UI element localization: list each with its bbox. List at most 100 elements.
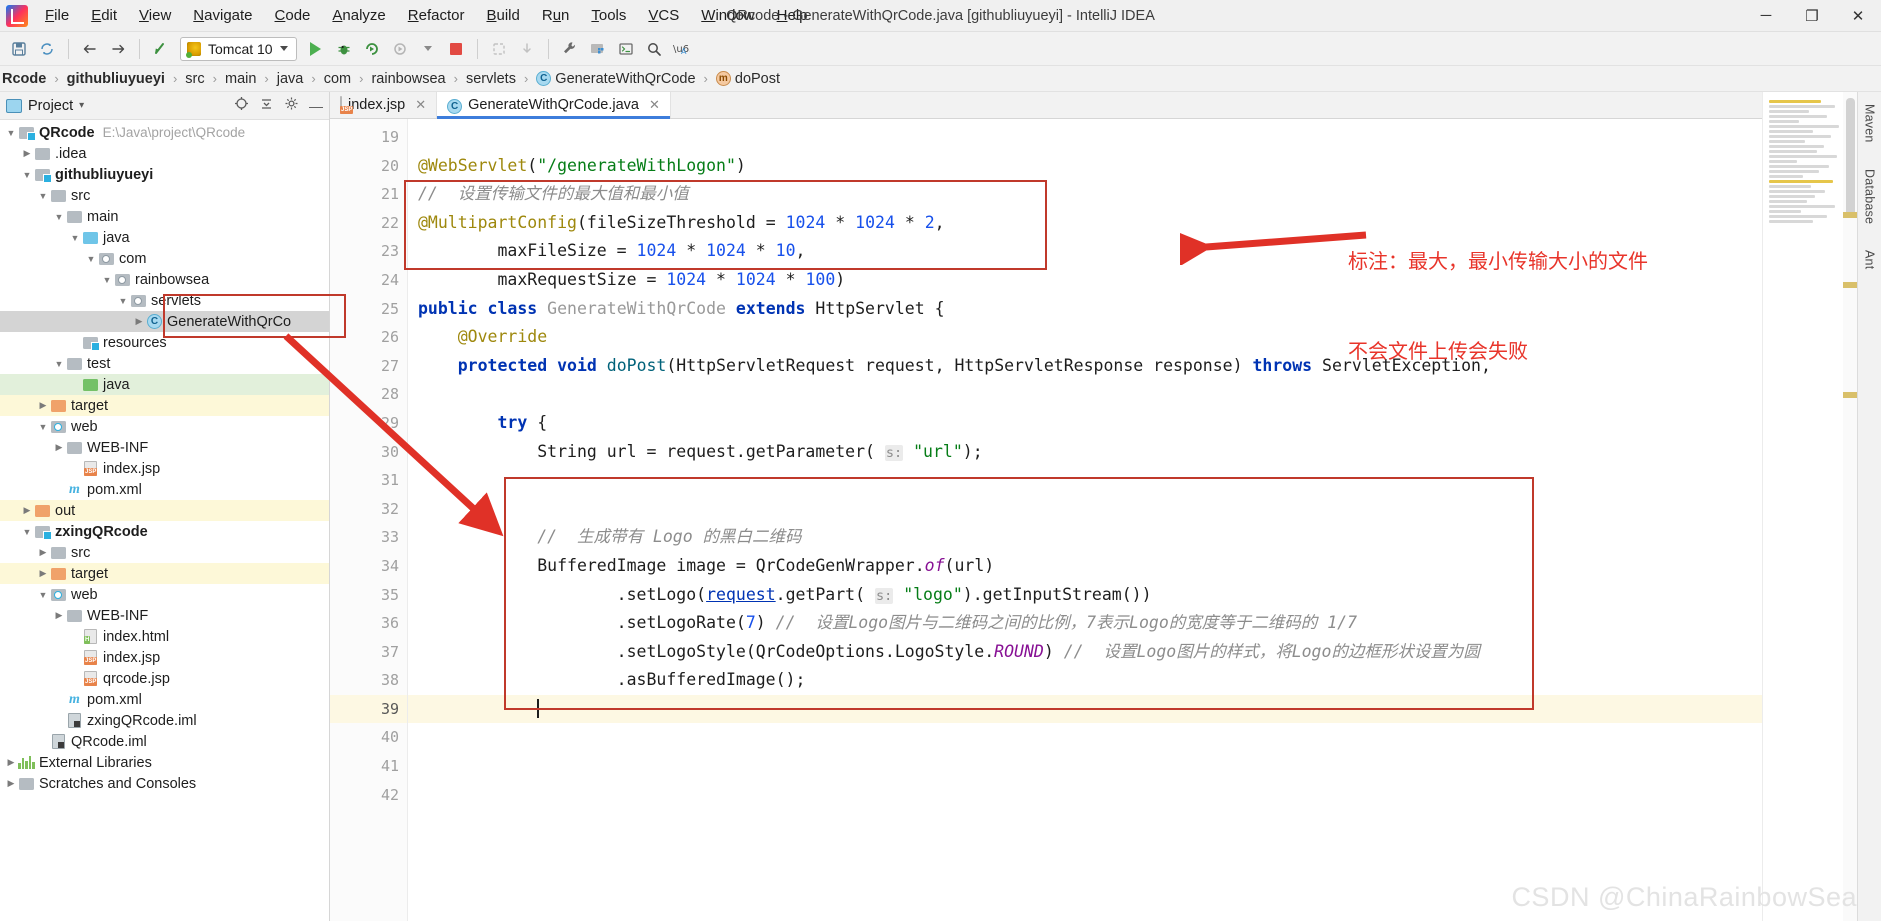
menu-item-window[interactable]: Window [690,3,765,28]
chevron-down-icon[interactable]: ▼ [20,527,34,537]
menu-item-run[interactable]: Run [531,3,581,28]
maximize-button[interactable]: ❐ [1789,0,1835,32]
profile-dropdown-icon[interactable] [415,36,441,62]
profile-icon[interactable] [387,36,413,62]
breadcrumb-item-com[interactable]: com [322,71,353,87]
code-line[interactable] [408,752,1762,781]
menu-item-code[interactable]: Code [264,3,322,28]
menu-item-edit[interactable]: Edit [80,3,128,28]
tree-row[interactable]: java [0,374,329,395]
save-icon[interactable] [6,36,32,62]
line-number[interactable]: 23 [330,237,407,266]
tree-row[interactable]: ▼web [0,416,329,437]
code-line[interactable]: BufferedImage image = QrCodeGenWrapper.o… [408,552,1762,581]
tree-row[interactable]: ▼QRcodeE:\Java\project\QRcode [0,122,329,143]
code-line[interactable]: .setLogoRate(7) // 设置Logo图片与二维码之间的比例，7表示… [408,609,1762,638]
tree-row[interactable]: Hindex.html [0,626,329,647]
menu-bar[interactable]: FileEditViewNavigateCodeAnalyzeRefactorB… [34,3,819,28]
chevron-down-icon[interactable]: ▾ [79,100,84,111]
tree-row[interactable]: zxingQRcode.iml [0,710,329,731]
chevron-down-icon[interactable]: ▼ [84,254,98,264]
chevron-down-icon[interactable]: ▼ [116,296,130,306]
tree-row[interactable]: mpom.xml [0,479,329,500]
chevron-down-icon[interactable]: ▼ [4,128,18,138]
tree-row[interactable]: ▶target [0,395,329,416]
stop-icon[interactable] [443,36,469,62]
code-line[interactable]: maxRequestSize = 1024 * 1024 * 100) [408,266,1762,295]
line-number[interactable]: 40 [330,723,407,752]
chevron-right-icon[interactable]: ▶ [36,400,50,411]
search-everywhere-icon[interactable] [641,36,667,62]
close-button[interactable]: ✕ [1835,0,1881,32]
code-line[interactable]: public class GenerateWithQrCode extends … [408,295,1762,324]
tree-row[interactable]: ▶src [0,542,329,563]
code-line[interactable]: maxFileSize = 1024 * 1024 * 10, [408,237,1762,266]
chevron-right-icon[interactable]: ▶ [36,568,50,579]
code-line[interactable] [408,723,1762,752]
tree-row[interactable]: QRcode.iml [0,731,329,752]
chevron-right-icon[interactable]: ▶ [52,610,66,621]
chevron-right-icon[interactable]: ▶ [20,505,34,516]
tree-row[interactable]: ▶Scratches and Consoles [0,773,329,794]
tool-window-maven[interactable]: Maven [1863,104,1877,143]
settings-wrench-icon[interactable] [557,36,583,62]
menu-item-help[interactable]: Help [766,3,819,28]
code-line[interactable]: @WebServlet("/generateWithLogon") [408,152,1762,181]
code-line[interactable]: protected void doPost(HttpServletRequest… [408,352,1762,381]
menu-item-file[interactable]: File [34,3,80,28]
sync-icon[interactable] [34,36,60,62]
menu-item-vcs[interactable]: VCS [637,3,690,28]
run-configuration-selector[interactable]: Tomcat 10 [180,37,297,61]
tree-row[interactable]: JSPqrcode.jsp [0,668,329,689]
line-number[interactable]: 42 [330,781,407,810]
breadcrumb-item-rainbowsea[interactable]: rainbowsea [369,71,447,87]
locate-icon[interactable] [234,96,249,115]
gear-icon[interactable] [284,96,299,115]
warning-marker[interactable] [1843,392,1857,398]
menu-item-tools[interactable]: Tools [580,3,637,28]
breadcrumb[interactable]: Rcode›githubliuyueyi›src›main›java›com›r… [0,66,1881,92]
update-project-icon[interactable] [514,36,540,62]
close-icon[interactable]: ✕ [415,97,426,113]
breadcrumb-item-main[interactable]: main [223,71,258,87]
code-line[interactable]: @Override [408,323,1762,352]
line-number[interactable]: 27 [330,352,407,381]
menu-item-refactor[interactable]: Refactor [397,3,476,28]
chevron-down-icon[interactable]: ▼ [52,359,66,369]
breadcrumb-item-githubliuyueyi[interactable]: githubliuyueyi [65,71,167,87]
chevron-down-icon[interactable]: ▼ [52,212,66,222]
code-line[interactable]: try { [408,409,1762,438]
minimize-button[interactable]: ─ [1743,0,1789,32]
run-with-coverage-icon[interactable] [359,36,385,62]
tree-row[interactable]: ▶out [0,500,329,521]
editor-tabs[interactable]: JSPindex.jsp✕CGenerateWithQrCode.java✕ [330,92,1762,119]
chevron-right-icon[interactable]: ▶ [20,148,34,159]
line-number[interactable]: 32 [330,495,407,524]
chevron-down-icon[interactable]: ▼ [36,590,50,600]
tree-row[interactable]: ▼test [0,353,329,374]
code-line[interactable]: .setLogo(request.getPart( s: "logo").get… [408,581,1762,610]
line-number[interactable]: 36 [330,609,407,638]
code-line[interactable]: .asBufferedImage(); [408,666,1762,695]
editor-minimap[interactable] [1762,92,1857,921]
chevron-down-icon[interactable]: ▼ [100,275,114,285]
tree-row[interactable]: ▼web [0,584,329,605]
chevron-down-icon[interactable]: ▼ [20,170,34,180]
tree-row[interactable]: resources [0,332,329,353]
line-number[interactable]: 38 [330,666,407,695]
line-number[interactable]: 28 [330,380,407,409]
line-number[interactable]: 24 [330,266,407,295]
breadcrumb-item-src[interactable]: src [183,71,206,87]
chevron-down-icon[interactable]: ▼ [36,191,50,201]
warning-marker[interactable] [1843,212,1857,218]
line-number[interactable]: 37 [330,638,407,667]
code-line[interactable]: @MultipartConfig(fileSizeThreshold = 102… [408,209,1762,238]
tree-row[interactable]: ▼com [0,248,329,269]
tree-row[interactable]: ▶target [0,563,329,584]
code-line[interactable] [408,695,1762,724]
tool-window-ant[interactable]: Ant [1863,250,1877,269]
breadcrumb-item-java[interactable]: java [275,71,306,87]
back-arrow-icon[interactable] [77,36,103,62]
hide-icon[interactable]: — [309,101,323,111]
collapse-all-icon[interactable] [259,96,274,115]
